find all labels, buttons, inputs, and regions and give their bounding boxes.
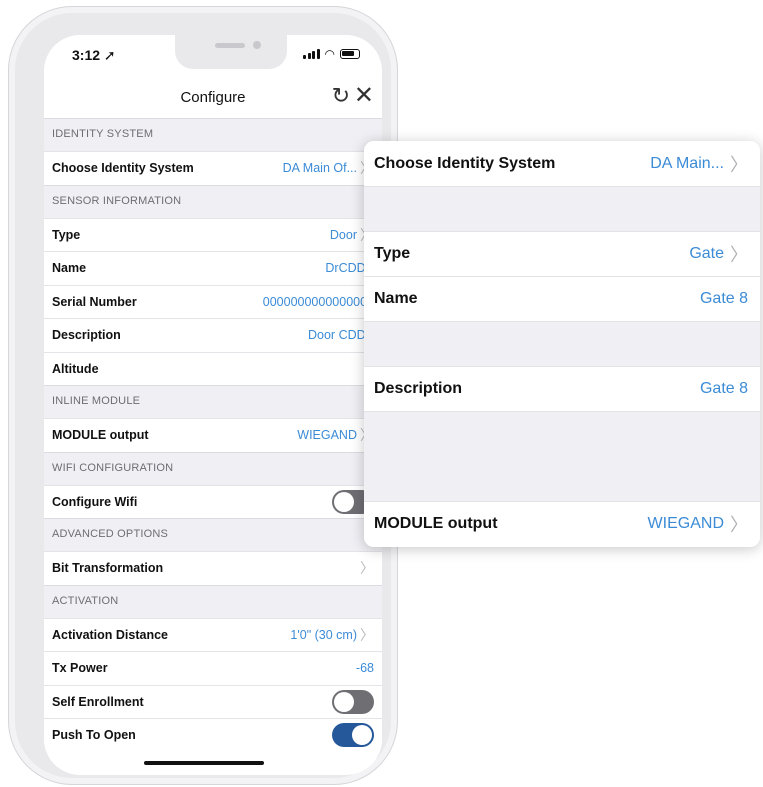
setting-label: Name <box>52 261 87 276</box>
setting-row-type[interactable]: TypeDoor〉 <box>44 217 382 251</box>
card-label: Choose Identity System <box>374 154 556 172</box>
zoomed-settings-card: Choose Identity System DA Main... 〉 Type Gat… <box>364 141 760 547</box>
nav-bar: Configure ↻ ✕ <box>44 79 382 119</box>
card-row-description[interactable]: Description Gate 8 <box>364 366 760 411</box>
toggle-switch[interactable] <box>332 689 374 714</box>
setting-row-serial-number[interactable]: Serial Number 0000000000000000 <box>44 284 382 318</box>
location-arrow-icon: ➚ <box>103 47 116 63</box>
setting-row-configure-wifi[interactable]: Configure Wifi <box>44 484 382 518</box>
wifi-icon: ◠ <box>324 47 335 61</box>
section-header-advanced-options: ADVANCED OPTIONS <box>44 518 382 551</box>
card-label: MODULE output <box>374 515 498 532</box>
setting-row-tx-power[interactable]: Tx Power -68 <box>44 651 382 685</box>
setting-label: Configure Wifi <box>52 494 138 509</box>
setting-row-description[interactable]: Description Door CDDB <box>44 318 382 352</box>
setting-row-name[interactable]: Name DrCDDB <box>44 251 382 285</box>
toggle-knob <box>352 725 372 746</box>
battery-icon <box>340 49 360 59</box>
setting-label: Description <box>52 328 121 343</box>
front-camera <box>253 41 261 49</box>
setting-label: Self Enrollment <box>52 694 144 709</box>
chevron-right-icon: 〉 <box>360 560 374 577</box>
card-label: Description <box>374 380 463 397</box>
setting-label: Push To Open <box>52 728 136 743</box>
chevron-right-icon: 〉 <box>730 515 748 535</box>
setting-value: WIEGAND <box>297 428 357 443</box>
setting-row-altitude[interactable]: Altitude0 <box>44 351 382 385</box>
toggle-switch[interactable] <box>332 723 374 748</box>
phone-frame: 3:12 ➚ ◠ Configure ↻ ✕ IDENTITY SYSTEM Ch… <box>8 6 398 785</box>
card-value: Gate 8 <box>699 290 748 307</box>
section-spacer <box>364 411 760 501</box>
setting-label: Bit Transformation <box>52 561 164 576</box>
setting-row-push-to-open[interactable]: Push To Open <box>44 718 382 752</box>
setting-label: MODULE output <box>52 428 149 443</box>
card-value: Gate 8 <box>699 380 748 397</box>
card-label: Type <box>374 245 411 262</box>
status-time: 3:12 ➚ <box>72 47 116 63</box>
setting-row-choose-identity-system[interactable]: Choose Identity SystemDA Main Of...〉 <box>44 151 382 185</box>
setting-label: Serial Number <box>52 294 137 309</box>
setting-label: Altitude <box>52 361 99 376</box>
close-icon[interactable]: ✕ <box>354 81 374 110</box>
setting-label: Tx Power <box>52 661 108 676</box>
card-label: Name <box>374 290 418 307</box>
card-row-name[interactable]: Name Gate 8 <box>364 276 760 321</box>
section-header-sensor-information: SENSOR INFORMATION <box>44 184 382 218</box>
setting-value: DA Main Of... <box>282 161 357 176</box>
section-spacer <box>364 321 760 366</box>
setting-label: Activation Distance <box>52 627 169 642</box>
card-row-module-output[interactable]: MODULE output WIEGAND 〉 <box>364 501 760 546</box>
setting-value: 1'0" (30 cm) <box>290 627 357 642</box>
status-icons: ◠ <box>303 48 360 60</box>
card-row-type[interactable]: Type Gate 〉 <box>364 231 760 276</box>
speaker <box>215 43 245 48</box>
setting-row-activation-distance[interactable]: Activation Distance 1'0" (30 cm) 〉 <box>44 617 382 651</box>
phone-screen: 3:12 ➚ ◠ Configure ↻ ✕ IDENTITY SYSTEM Ch… <box>44 35 382 775</box>
setting-value: -68 <box>355 661 374 676</box>
chevron-right-icon: 〉 <box>730 245 748 265</box>
home-indicator <box>144 761 264 765</box>
card-value: WIEGAND <box>647 515 724 532</box>
refresh-icon[interactable]: ↻ <box>332 83 350 109</box>
setting-value: 0000000000000000 <box>262 294 374 309</box>
section-spacer <box>364 186 760 231</box>
chevron-right-icon: 〉 <box>730 154 748 175</box>
toggle-knob <box>334 691 354 712</box>
signal-icon <box>303 49 320 59</box>
section-header-wifi-configuration: WIFI CONFIGURATION <box>44 451 382 485</box>
card-value: DA Main... <box>650 154 724 172</box>
setting-label: Type <box>52 227 81 242</box>
settings-list: IDENTITY SYSTEM Choose Identity System DA … <box>44 118 382 752</box>
card-value: Gate <box>689 245 724 262</box>
section-header-identity-system: IDENTITY SYSTEM <box>44 118 382 151</box>
section-header-activation: ACTIVATION <box>44 584 382 618</box>
setting-value: Door <box>329 227 357 242</box>
setting-row-bit-transformation[interactable]: Bit Transformation 〉 <box>44 551 382 585</box>
toggle-knob <box>334 491 354 512</box>
chevron-right-icon: 〉 <box>360 626 374 643</box>
setting-label: Choose Identity System <box>52 161 194 176</box>
section-header-inline-module: INLINE MODULE <box>44 385 382 418</box>
card-row-choose-identity-system[interactable]: Choose Identity System DA Main... 〉 <box>364 141 760 186</box>
setting-row-self-enrollment[interactable]: Self Enrollment <box>44 684 382 718</box>
notch <box>175 35 287 69</box>
setting-row-module-output[interactable]: MODULE outputWIEGAND〉 <box>44 418 382 452</box>
